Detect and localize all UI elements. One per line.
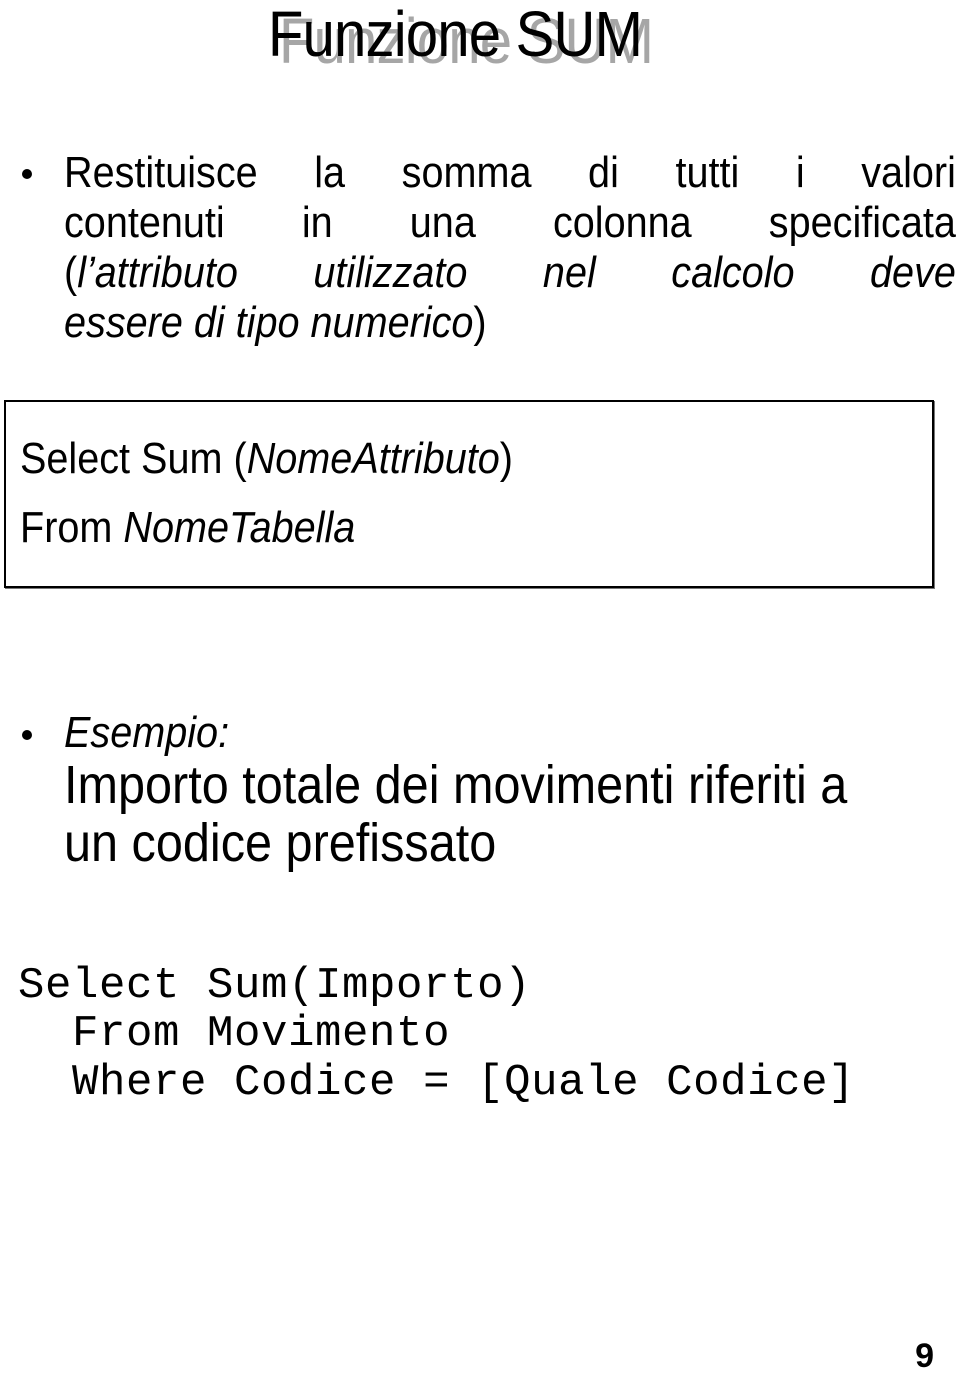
syntax-from-line: From NomeTabella [20,503,356,552]
syntax-box: Select Sum (NomeAttributo) From NomeTabe… [4,400,934,588]
syntax-select-line: Select Sum (NomeAttributo) [20,434,513,483]
definition-line-1: Restituisce la somma di tutti i valori [64,148,956,197]
definition-line-2: contenuti in una colonna specificata [64,198,956,247]
definition-line-3: (l’attributo utilizzato nel calcolo deve [64,248,956,297]
code-line-from: From Movimento [18,1009,451,1059]
code-line-where: Where Codice = [Quale Codice] [18,1058,856,1108]
bullet-icon [22,169,32,179]
example-description-line-1: Importo totale dei movimenti riferiti a [64,755,848,815]
definition-line-4: essere di tipo numerico) [64,298,487,347]
bullet-icon [22,730,32,740]
syntax-table-placeholder: NomeTabella [123,503,356,552]
example-label: Esempio: [64,708,230,757]
definition-text: Restituisce la somma di tutti i valori c… [64,148,956,348]
slide-title-text: Funzione SUM [267,0,643,70]
syntax-attribute-placeholder: NomeAttributo [246,434,500,483]
code-line-select: Select Sum(Importo) [18,961,532,1011]
slide-title: Funzione SUM Funzione SUM [0,0,960,80]
example-description-line-2: un codice prefissato [64,813,497,873]
page-number: 9 [915,1337,934,1375]
